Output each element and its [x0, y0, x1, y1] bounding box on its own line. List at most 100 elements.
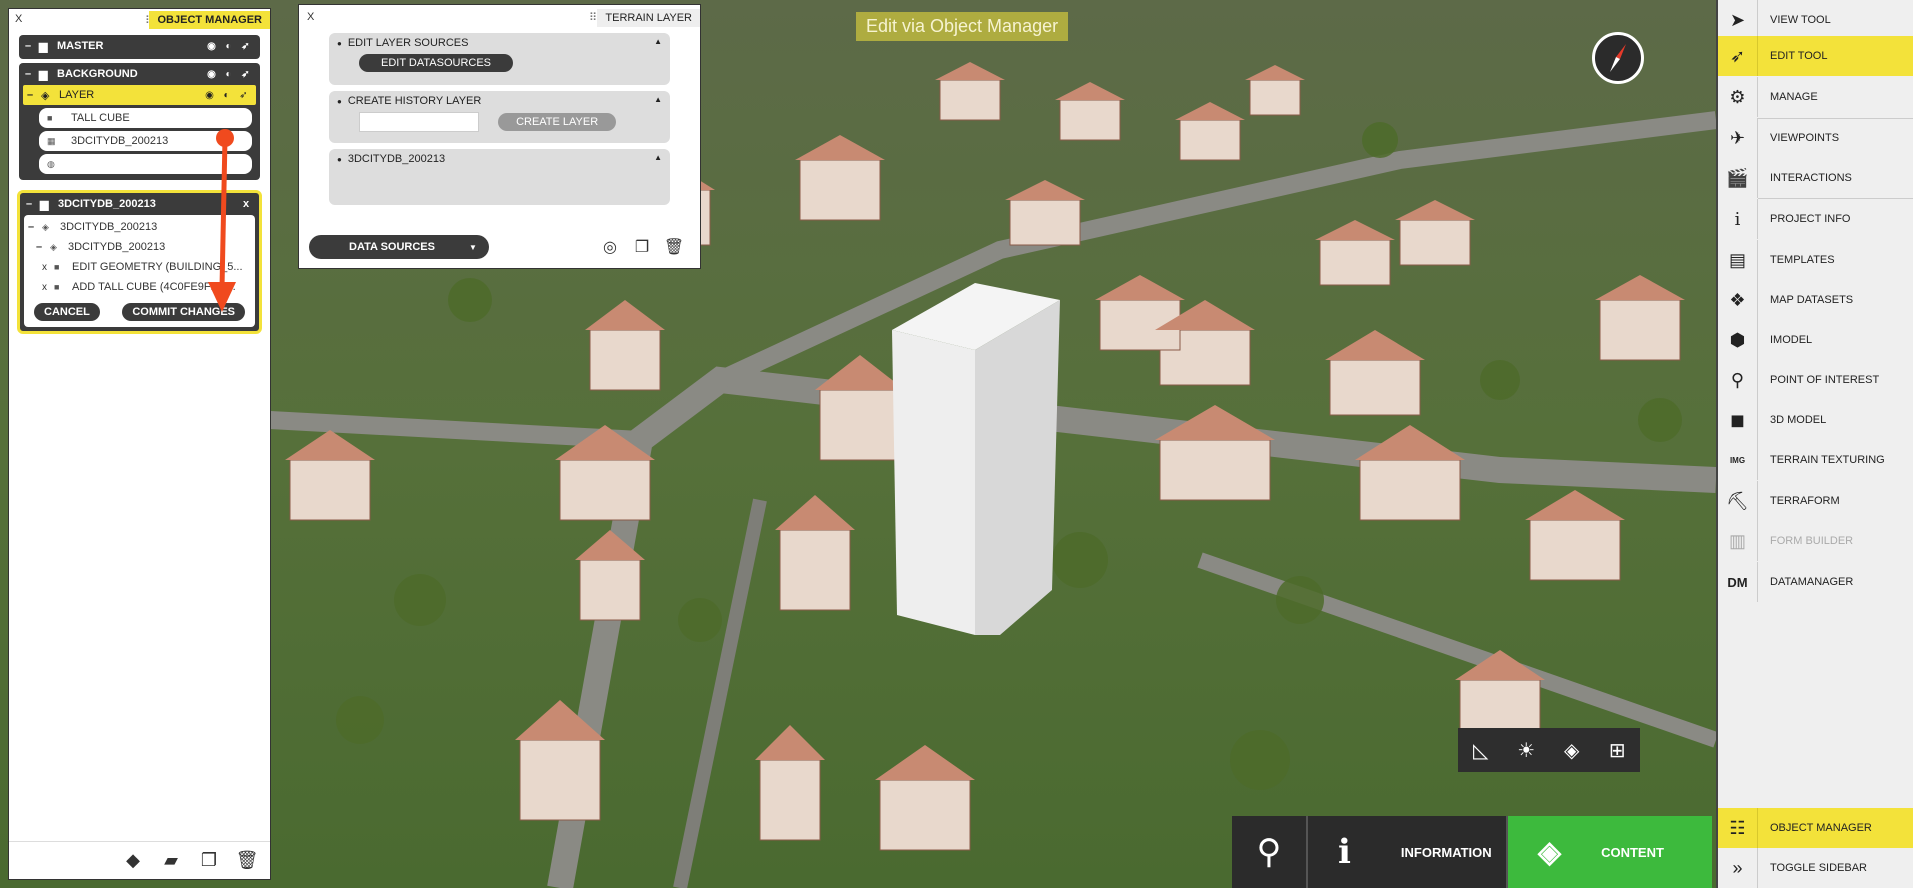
info-icon: i [1718, 199, 1758, 239]
right-sidebar: ➤ VIEW TOOL ➶ EDIT TOOL ⚙ MANAGE ✈ VIEWP… [1716, 0, 1913, 888]
collapse-caret-icon[interactable]: ▲ [654, 153, 662, 162]
remove-change-button[interactable]: x [42, 262, 54, 273]
cube-icon: ■ [47, 113, 53, 123]
sidebar-item-project-info[interactable]: i PROJECT INFO [1718, 199, 1913, 239]
bullet-icon: ● [337, 96, 342, 106]
eye-icon[interactable]: ◉ [203, 41, 220, 52]
sidebar-item-form-builder[interactable]: ▥ FORM BUILDER [1718, 521, 1913, 561]
data-sources-dropdown[interactable]: DATA SOURCES ▼ [309, 235, 489, 259]
folder-icon: ▆ [39, 68, 48, 81]
edit-cursor-icon[interactable]: ➶ [235, 90, 252, 101]
tileset-icon: ▦ [47, 135, 56, 146]
add-folder-icon[interactable]: ▰ [158, 850, 184, 871]
poi-button[interactable]: ⚲ [1232, 816, 1308, 888]
collapse-caret-icon[interactable]: ▲ [654, 37, 662, 46]
paper-plane-icon: ✈ [1718, 118, 1758, 158]
cube-icon: ■ [54, 262, 60, 272]
sun-icon[interactable]: ☀ [1508, 738, 1544, 763]
section-create-history-layer: ● CREATE HISTORY LAYER ▲ CREATE LAYER [329, 91, 670, 143]
edit-cursor-icon[interactable]: ➶ [237, 69, 254, 80]
trash-icon[interactable]: 🗑 [234, 850, 260, 871]
sidebar-item-datamanager[interactable]: DM DATAMANAGER [1718, 562, 1913, 602]
sidebar-item-label: MAP DATASETS [1770, 294, 1854, 306]
contrast-icon[interactable]: ◐ [218, 90, 235, 101]
create-layer-button[interactable]: CREATE LAYER [498, 113, 617, 131]
sidebar-item-label: PROJECT INFO [1770, 213, 1851, 225]
section-3dcitydb: ● 3DCITYDB_200213 ▲ [329, 149, 670, 205]
sidebar-item-imodel[interactable]: ⬢ IMODEL [1718, 320, 1913, 360]
section-label: CREATE HISTORY LAYER [347, 95, 482, 107]
collapse-button[interactable]: – [28, 221, 42, 233]
compass[interactable] [1592, 32, 1644, 84]
terrain-layer-titlebar[interactable]: X ⠿ TERRAIN LAYER [299, 5, 700, 27]
sidebar-item-label: OBJECT MANAGER [1770, 822, 1872, 834]
sidebar-item-label: TOGGLE SIDEBAR [1770, 862, 1867, 874]
sidebar-item-label: DATAMANAGER [1770, 576, 1854, 588]
layer-row-selected[interactable]: – ◈ LAYER ◉ ◐ ➶ [23, 85, 256, 105]
sidebar-item-manage[interactable]: ⚙ MANAGE [1718, 77, 1913, 117]
collapse-button[interactable]: – [26, 198, 40, 210]
sidebar-item-terrain-texturing[interactable]: IMG TERRAIN TEXTURING [1718, 440, 1913, 480]
sidebar-item-map-datasets[interactable]: ❖ MAP DATASETS [1718, 280, 1913, 320]
information-button[interactable]: i INFORMATION [1308, 816, 1508, 888]
duplicate-icon[interactable]: ❐ [196, 850, 222, 871]
sidebar-item-view-tool[interactable]: ➤ VIEW TOOL [1718, 0, 1913, 40]
object-manager-titlebar[interactable]: X ⠿ OBJECT MANAGER [9, 9, 270, 31]
close-button[interactable]: X [307, 11, 314, 23]
sidebar-item-interactions[interactable]: 🎬 INTERACTIONS [1718, 158, 1913, 198]
cancel-button[interactable]: CANCEL [34, 303, 100, 321]
contrast-icon[interactable]: ◐ [220, 69, 237, 80]
map-tools-bar: ◺ ☀ ◈ ⊞ [1458, 728, 1640, 772]
collapse-button[interactable]: – [25, 68, 39, 80]
sidebar-item-3d-model[interactable]: ◼ 3D MODEL [1718, 400, 1913, 440]
collapse-button[interactable]: – [27, 89, 41, 101]
trash-icon[interactable]: 🗑 [658, 237, 690, 257]
close-button[interactable]: X [15, 13, 22, 25]
layers-view-icon[interactable]: ◈ [1554, 738, 1590, 763]
img-icon: IMG [1718, 440, 1758, 480]
cube-icon: ■ [54, 282, 60, 292]
collapse-caret-icon[interactable]: ▲ [654, 95, 662, 104]
edit-datasources-button[interactable]: EDIT DATASOURCES [359, 54, 514, 72]
sidebar-item-viewpoints[interactable]: ✈ VIEWPOINTS [1718, 118, 1913, 158]
sidebar-item-object-manager[interactable]: ☷ OBJECT MANAGER [1718, 808, 1913, 848]
sidebar-item-label: VIEWPOINTS [1770, 132, 1840, 144]
sidebar-item-toggle-sidebar[interactable]: » TOGGLE SIDEBAR [1718, 848, 1913, 888]
sidebar-item-label: FORM BUILDER [1770, 535, 1854, 547]
hex-info-icon: ⬢ [1718, 320, 1758, 360]
contrast-icon[interactable]: ◐ [220, 41, 237, 52]
history-layer-name-input[interactable] [359, 112, 479, 132]
double-chevron-icon: » [1718, 848, 1758, 888]
edit-cursor-icon[interactable]: ➶ [237, 41, 254, 52]
sidebar-item-point-of-interest[interactable]: ⚲ POINT OF INTEREST [1718, 360, 1913, 400]
sidebar-item-terraform[interactable]: ⛏ TERRAFORM [1718, 481, 1913, 521]
edit-cursor-icon: ➶ [1718, 36, 1758, 76]
tall-cube[interactable] [892, 283, 1060, 635]
sidebar-item-label: TERRAIN TEXTURING [1770, 454, 1885, 466]
drag-handle-icon[interactable]: ⠿ [589, 11, 597, 24]
locate-icon[interactable]: ◎ [594, 237, 626, 257]
group-master: – ▆ MASTER ◉ ◐ ➶ [19, 35, 260, 59]
add-layer-icon[interactable]: ◆ [120, 850, 146, 871]
sidebar-item-edit-tool[interactable]: ➶ EDIT TOOL [1718, 36, 1913, 76]
eye-icon[interactable]: ◉ [203, 69, 220, 80]
dropdown-arrow-icon: ▼ [468, 242, 477, 252]
grid-view-icon[interactable]: ⊞ [1599, 738, 1635, 763]
section-edit-layer-sources: ● EDIT LAYER SOURCES ▲ EDIT DATASOURCES [329, 33, 670, 85]
sidebar-item-templates[interactable]: ▤ TEMPLATES [1718, 240, 1913, 280]
duplicate-icon[interactable]: ❐ [626, 237, 658, 257]
form-icon: ▥ [1718, 521, 1758, 561]
section-label: EDIT LAYER SOURCES [347, 37, 469, 49]
tree-icon: ☷ [1718, 808, 1758, 848]
content-button[interactable]: ◈ CONTENT [1508, 816, 1712, 888]
compass-needle-icon [1610, 44, 1626, 72]
measure-icon[interactable]: ◺ [1463, 738, 1499, 763]
sidebar-item-label: TEMPLATES [1770, 254, 1835, 266]
sidebar-item-label: POINT OF INTEREST [1770, 374, 1880, 386]
clapperboard-icon: 🎬 [1718, 158, 1758, 198]
grid-diamond-icon: ❖ [1718, 280, 1758, 320]
collapse-button[interactable]: – [36, 241, 50, 253]
collapse-button[interactable]: – [25, 40, 39, 52]
remove-change-button[interactable]: x [42, 282, 54, 293]
eye-icon[interactable]: ◉ [201, 90, 218, 101]
